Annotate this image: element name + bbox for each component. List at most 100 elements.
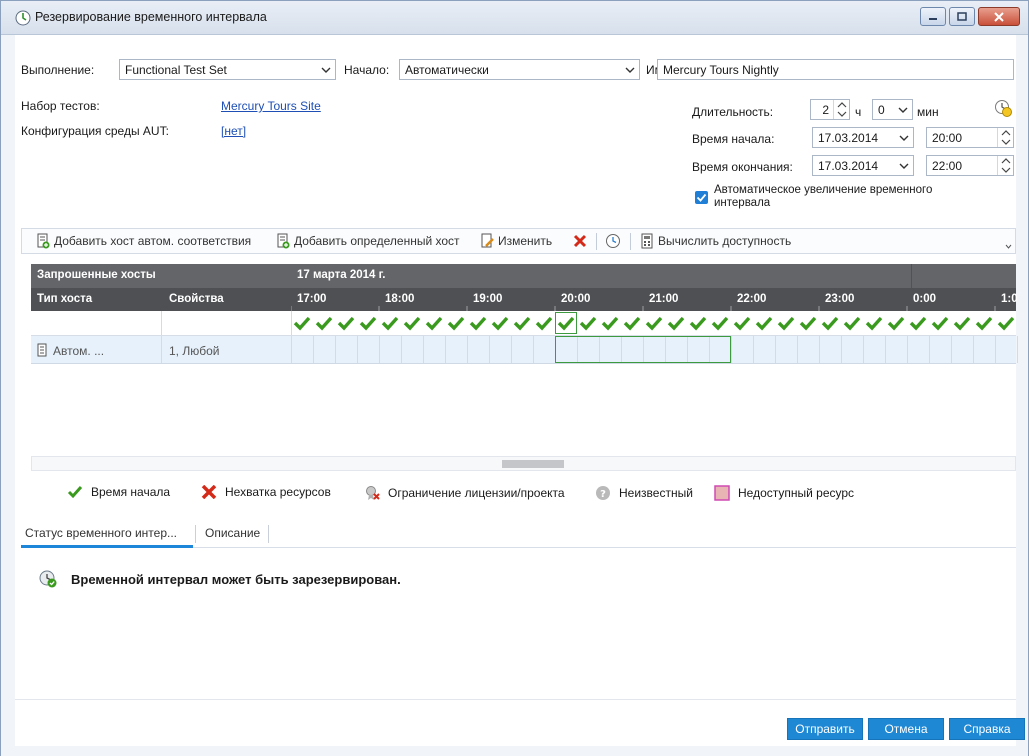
available-check-icon[interactable] bbox=[777, 315, 795, 331]
available-check-icon[interactable] bbox=[601, 315, 619, 331]
timeslot-check-icon bbox=[606, 234, 620, 248]
execution-select[interactable]: Functional Test Set bbox=[119, 59, 336, 80]
spinner-arrows-icon[interactable] bbox=[997, 128, 1013, 147]
hour-header: 22:00 bbox=[737, 293, 767, 305]
timeline-cell-divider bbox=[511, 336, 512, 363]
delete-button[interactable] bbox=[573, 229, 587, 253]
legend-license-limit: Ограничение лицензии/проекта bbox=[364, 485, 565, 501]
spinner-arrows-icon[interactable] bbox=[833, 100, 849, 119]
timeline-cell-divider bbox=[863, 336, 864, 363]
end-time-label: Время окончания: bbox=[692, 160, 793, 174]
timeline-cell-divider bbox=[489, 336, 490, 363]
available-check-icon[interactable] bbox=[799, 315, 817, 331]
name-field[interactable]: Mercury Tours Nightly bbox=[657, 59, 1014, 80]
start-mode-select[interactable]: Автоматически bbox=[399, 59, 640, 80]
available-check-icon[interactable] bbox=[931, 315, 949, 331]
reserved-range[interactable] bbox=[555, 336, 731, 363]
svg-text:?: ? bbox=[600, 489, 606, 500]
auto-extend-checkbox[interactable] bbox=[695, 191, 708, 204]
available-check-icon[interactable] bbox=[491, 315, 509, 331]
table-row[interactable]: Автом. ... 1, Любой bbox=[31, 336, 1018, 364]
toolbar-overflow-icon[interactable] bbox=[1005, 244, 1012, 249]
hosts-toolbar: Добавить хост автом. соответствия Добави… bbox=[21, 228, 1016, 254]
available-check-icon[interactable] bbox=[381, 315, 399, 331]
timeline-cell-divider bbox=[841, 336, 842, 363]
available-check-icon[interactable] bbox=[579, 315, 597, 331]
submit-button[interactable]: Отправить bbox=[787, 718, 863, 740]
spinner-arrows-icon[interactable] bbox=[997, 156, 1013, 175]
chevron-down-icon bbox=[625, 67, 635, 73]
active-tab-indicator bbox=[21, 545, 193, 548]
end-time-spinner[interactable]: 22:00 bbox=[926, 155, 1014, 176]
hour-header: 21:00 bbox=[649, 293, 679, 305]
available-check-icon[interactable] bbox=[733, 315, 751, 331]
duration-hours-spinner[interactable]: 2 bbox=[810, 99, 850, 120]
available-check-icon[interactable] bbox=[953, 315, 971, 331]
available-check-icon[interactable] bbox=[315, 315, 333, 331]
available-check-icon[interactable] bbox=[865, 315, 883, 331]
aut-label: Конфигурация среды AUT: bbox=[21, 124, 169, 138]
timeline-cell-divider bbox=[401, 336, 402, 363]
timeline-cell-divider bbox=[1017, 336, 1018, 363]
refresh-timeslot-button[interactable] bbox=[605, 229, 621, 253]
close-button[interactable] bbox=[978, 7, 1020, 26]
available-check-icon[interactable] bbox=[667, 315, 685, 331]
available-check-icon[interactable] bbox=[403, 315, 421, 331]
close-icon bbox=[994, 11, 1004, 22]
available-check-icon[interactable] bbox=[293, 315, 311, 331]
available-check-icon[interactable] bbox=[755, 315, 773, 331]
timeline-cell-divider bbox=[819, 336, 820, 363]
add-host-icon bbox=[277, 233, 290, 249]
available-check-icon[interactable] bbox=[821, 315, 839, 331]
start-time-value: 20:00 bbox=[932, 131, 963, 145]
available-check-icon[interactable] bbox=[447, 315, 465, 331]
grid-horizontal-scrollbar[interactable] bbox=[31, 456, 1016, 471]
available-check-icon[interactable] bbox=[513, 315, 531, 331]
available-check-icon[interactable] bbox=[623, 315, 641, 331]
minimize-button[interactable] bbox=[920, 7, 946, 26]
cancel-button[interactable]: Отмена bbox=[868, 718, 944, 740]
tab-description[interactable]: Описание bbox=[205, 526, 260, 540]
start-time-spinner[interactable]: 20:00 bbox=[926, 127, 1014, 148]
available-check-icon[interactable] bbox=[689, 315, 707, 331]
timeline-cell-divider bbox=[775, 336, 776, 363]
duration-minutes-select[interactable]: 0 bbox=[872, 99, 913, 120]
timeline-cell-divider bbox=[379, 336, 380, 363]
hosts-grid: Запрошенные хосты 17 марта 2014 г. Тип х… bbox=[31, 264, 1018, 369]
available-check-icon[interactable] bbox=[843, 315, 861, 331]
available-check-icon[interactable] bbox=[337, 315, 355, 331]
hour-header: 23:00 bbox=[825, 293, 855, 305]
calc-availability-button[interactable]: Вычислить доступность bbox=[640, 229, 791, 253]
help-button[interactable]: Справка bbox=[949, 718, 1025, 740]
end-date-picker[interactable]: 17.03.2014 bbox=[812, 155, 914, 176]
available-check-icon[interactable] bbox=[887, 315, 905, 331]
aut-link[interactable]: [нет] bbox=[221, 124, 246, 138]
add-specific-host-button[interactable]: Добавить определенный хост bbox=[276, 229, 460, 253]
edit-button[interactable]: Изменить bbox=[480, 229, 552, 253]
edit-icon bbox=[481, 233, 494, 248]
available-check-icon[interactable] bbox=[909, 315, 927, 331]
testset-link[interactable]: Mercury Tours Site bbox=[221, 99, 321, 113]
available-check-icon[interactable] bbox=[359, 315, 377, 331]
host-type-cell: Автом. ... bbox=[53, 344, 105, 358]
suggest-timeslot-icon[interactable] bbox=[994, 99, 1012, 117]
available-check-icon[interactable] bbox=[997, 315, 1015, 331]
scrollbar-thumb[interactable] bbox=[502, 460, 564, 468]
legend-unavailable: Недоступный ресурс bbox=[714, 485, 854, 501]
timeline-cell-divider bbox=[357, 336, 358, 363]
tab-status[interactable]: Статус временного интер... bbox=[25, 526, 177, 540]
add-auto-host-button[interactable]: Добавить хост автом. соответствия bbox=[36, 229, 251, 253]
grid-header-top: Запрошенные хосты 17 марта 2014 г. bbox=[31, 264, 1016, 288]
available-check-icon[interactable] bbox=[469, 315, 487, 331]
start-label: Начало: bbox=[344, 63, 390, 77]
available-check-icon[interactable] bbox=[975, 315, 993, 331]
start-date-picker[interactable]: 17.03.2014 bbox=[812, 127, 914, 148]
selected-start-slot[interactable] bbox=[555, 312, 577, 334]
available-check-icon[interactable] bbox=[645, 315, 663, 331]
unknown-icon: ? bbox=[596, 486, 610, 500]
available-check-icon[interactable] bbox=[711, 315, 729, 331]
maximize-button[interactable] bbox=[949, 7, 975, 26]
timeline-cell-divider bbox=[995, 336, 996, 363]
available-check-icon[interactable] bbox=[425, 315, 443, 331]
available-check-icon[interactable] bbox=[535, 315, 553, 331]
